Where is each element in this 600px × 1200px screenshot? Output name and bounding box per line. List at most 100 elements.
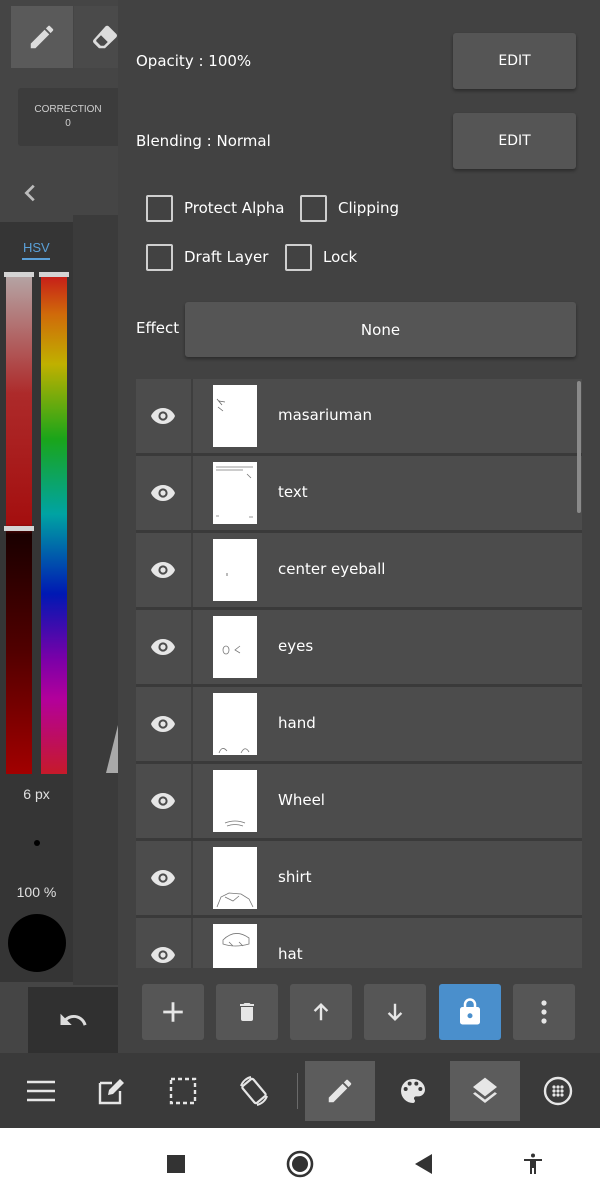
layer-row[interactable]: text	[136, 456, 582, 530]
layer-list[interactable]: masariuman text center eyeball eyes hand	[136, 379, 582, 968]
eye-icon	[151, 793, 175, 809]
color-panel: HSV 6 px 100 %	[0, 222, 73, 982]
tab-underline	[22, 258, 50, 260]
eye-icon	[151, 408, 175, 424]
toolbar-separator	[297, 1073, 298, 1109]
color-mode-tab[interactable]: HSV	[23, 240, 50, 255]
selection-icon	[169, 1077, 197, 1105]
menu-button[interactable]	[6, 1061, 76, 1121]
checkbox-box[interactable]	[146, 194, 173, 222]
menu-icon	[27, 1080, 55, 1102]
visibility-toggle[interactable]	[149, 789, 177, 813]
pencil-tool-button[interactable]	[11, 6, 73, 68]
effect-select-button[interactable]: None	[185, 302, 576, 357]
undo-button[interactable]	[28, 987, 118, 1053]
eye-icon	[151, 870, 175, 886]
arrow-down-icon	[387, 1003, 403, 1022]
blending-edit-button[interactable]: EDIT	[453, 113, 576, 169]
layer-list-scrollbar[interactable]	[577, 381, 581, 513]
back-button[interactable]	[405, 1146, 441, 1182]
checkbox-box[interactable]	[300, 194, 327, 222]
lock-checkbox[interactable]: Lock	[285, 242, 357, 272]
visibility-toggle[interactable]	[149, 404, 177, 428]
checkbox-label: Protect Alpha	[184, 199, 285, 217]
visibility-toggle[interactable]	[149, 866, 177, 890]
checkbox-box[interactable]	[285, 243, 312, 271]
clipping-checkbox[interactable]: Clipping	[300, 193, 399, 223]
move-layer-down-button[interactable]	[364, 984, 426, 1040]
row-divider	[191, 456, 193, 530]
rotate-canvas-button[interactable]	[219, 1061, 289, 1121]
layer-thumbnail	[213, 770, 257, 832]
recents-button[interactable]	[158, 1146, 194, 1182]
materials-button[interactable]	[523, 1061, 593, 1121]
visibility-toggle[interactable]	[149, 481, 177, 505]
correction-button[interactable]: CORRECTION 0	[18, 88, 118, 146]
slider-handle[interactable]	[4, 526, 34, 531]
edit-button[interactable]	[77, 1061, 147, 1121]
edit-icon	[98, 1079, 124, 1105]
effect-label: Effect	[136, 319, 180, 337]
accessibility-button[interactable]	[515, 1146, 551, 1182]
row-divider	[191, 764, 193, 838]
layer-thumbnail	[213, 693, 257, 755]
back-triangle-icon	[415, 1154, 432, 1174]
checkbox-label: Clipping	[338, 199, 400, 217]
layer-row[interactable]: shirt	[136, 841, 582, 915]
eraser-tool-button[interactable]	[74, 6, 118, 68]
square-icon	[167, 1155, 185, 1173]
visibility-toggle[interactable]	[149, 943, 177, 967]
layer-name: text	[278, 483, 308, 501]
slider-handle[interactable]	[39, 272, 69, 277]
undo-icon	[60, 1013, 87, 1026]
row-divider	[191, 379, 193, 453]
layer-row[interactable]: hat	[136, 918, 582, 968]
layer-thumbnail	[213, 385, 257, 447]
panel-shadow	[73, 215, 118, 985]
layer-thumbnail	[213, 847, 257, 909]
visibility-toggle[interactable]	[149, 558, 177, 582]
layer-row[interactable]: Wheel	[136, 764, 582, 838]
saturation-value-slider[interactable]	[6, 274, 32, 774]
hue-slider[interactable]	[41, 274, 67, 774]
move-layer-up-button[interactable]	[290, 984, 352, 1040]
protect-alpha-checkbox[interactable]: Protect Alpha	[146, 193, 284, 223]
trash-icon	[240, 1003, 254, 1021]
layer-row[interactable]: eyes	[136, 610, 582, 684]
visibility-toggle[interactable]	[149, 635, 177, 659]
brush-size-label[interactable]: 6 px	[0, 786, 73, 802]
layer-name: masariuman	[278, 406, 372, 424]
palette-icon	[401, 1079, 425, 1103]
layers-icon	[473, 1077, 497, 1103]
layer-row[interactable]: masariuman	[136, 379, 582, 453]
correction-value: 0	[65, 118, 71, 129]
collapse-button[interactable]	[14, 176, 48, 210]
layer-row[interactable]: hand	[136, 687, 582, 761]
layers-button[interactable]	[450, 1061, 520, 1121]
lock-layer-button[interactable]	[439, 984, 501, 1040]
system-nav-bar	[0, 1128, 600, 1200]
pen-tool-button[interactable]	[305, 1061, 375, 1121]
pen-icon	[328, 1079, 352, 1103]
layer-row[interactable]: center eyeball	[136, 533, 582, 607]
home-button[interactable]	[282, 1146, 318, 1182]
row-divider	[191, 918, 193, 968]
eye-icon	[151, 639, 175, 655]
add-layer-button[interactable]	[142, 984, 204, 1040]
palette-button[interactable]	[378, 1061, 448, 1121]
delete-layer-button[interactable]	[216, 984, 278, 1040]
selection-button[interactable]	[148, 1061, 218, 1121]
eye-icon	[151, 947, 175, 963]
row-divider	[191, 610, 193, 684]
visibility-toggle[interactable]	[149, 712, 177, 736]
draft-layer-checkbox[interactable]: Draft Layer	[146, 242, 268, 272]
layer-thumbnail	[213, 462, 257, 524]
checkbox-box[interactable]	[146, 243, 173, 271]
more-options-button[interactable]	[513, 984, 575, 1040]
eye-icon	[151, 562, 175, 578]
eraser-icon	[93, 25, 117, 49]
brush-opacity-label[interactable]: 100 %	[0, 884, 73, 900]
slider-handle[interactable]	[4, 272, 34, 277]
opacity-edit-button[interactable]: EDIT	[453, 33, 576, 89]
current-color-swatch[interactable]	[8, 914, 66, 972]
